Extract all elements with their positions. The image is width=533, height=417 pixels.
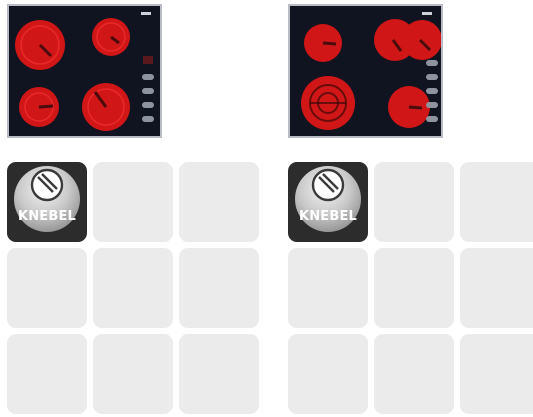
empty-tile[interactable] xyxy=(93,248,173,328)
empty-tile[interactable] xyxy=(460,334,533,414)
empty-tile[interactable] xyxy=(374,162,454,242)
empty-tile[interactable] xyxy=(288,248,368,328)
empty-tile[interactable] xyxy=(374,334,454,414)
empty-tile[interactable] xyxy=(93,334,173,414)
knob-label: KNEBEL xyxy=(298,209,358,224)
empty-tile[interactable] xyxy=(179,162,259,242)
display-indicator xyxy=(143,56,153,64)
knob-tile-button[interactable]: KNEBEL xyxy=(7,162,87,242)
cooktop-left-graphic xyxy=(15,12,154,131)
brand-mark xyxy=(422,12,432,15)
empty-tile[interactable] xyxy=(7,248,87,328)
tile-grid-left: KNEBEL xyxy=(7,162,259,414)
knob-icon xyxy=(295,166,361,232)
empty-tile[interactable] xyxy=(288,334,368,414)
control-knobs xyxy=(142,74,154,122)
knob-label: KNEBEL xyxy=(17,209,77,224)
brand-mark xyxy=(141,12,151,15)
knob-icon xyxy=(14,166,80,232)
empty-tile[interactable] xyxy=(374,248,454,328)
cooktop-image-right xyxy=(288,4,443,138)
knob-tile-button[interactable]: KNEBEL xyxy=(288,162,368,242)
empty-tile[interactable] xyxy=(179,334,259,414)
empty-tile[interactable] xyxy=(93,162,173,242)
empty-tile[interactable] xyxy=(460,162,533,242)
empty-tile[interactable] xyxy=(460,248,533,328)
empty-tile[interactable] xyxy=(179,248,259,328)
cooktop-image-left xyxy=(7,4,162,138)
cooktop-right-graphic xyxy=(301,12,441,130)
empty-tile[interactable] xyxy=(7,334,87,414)
tile-grid-right: KNEBEL xyxy=(288,162,533,414)
